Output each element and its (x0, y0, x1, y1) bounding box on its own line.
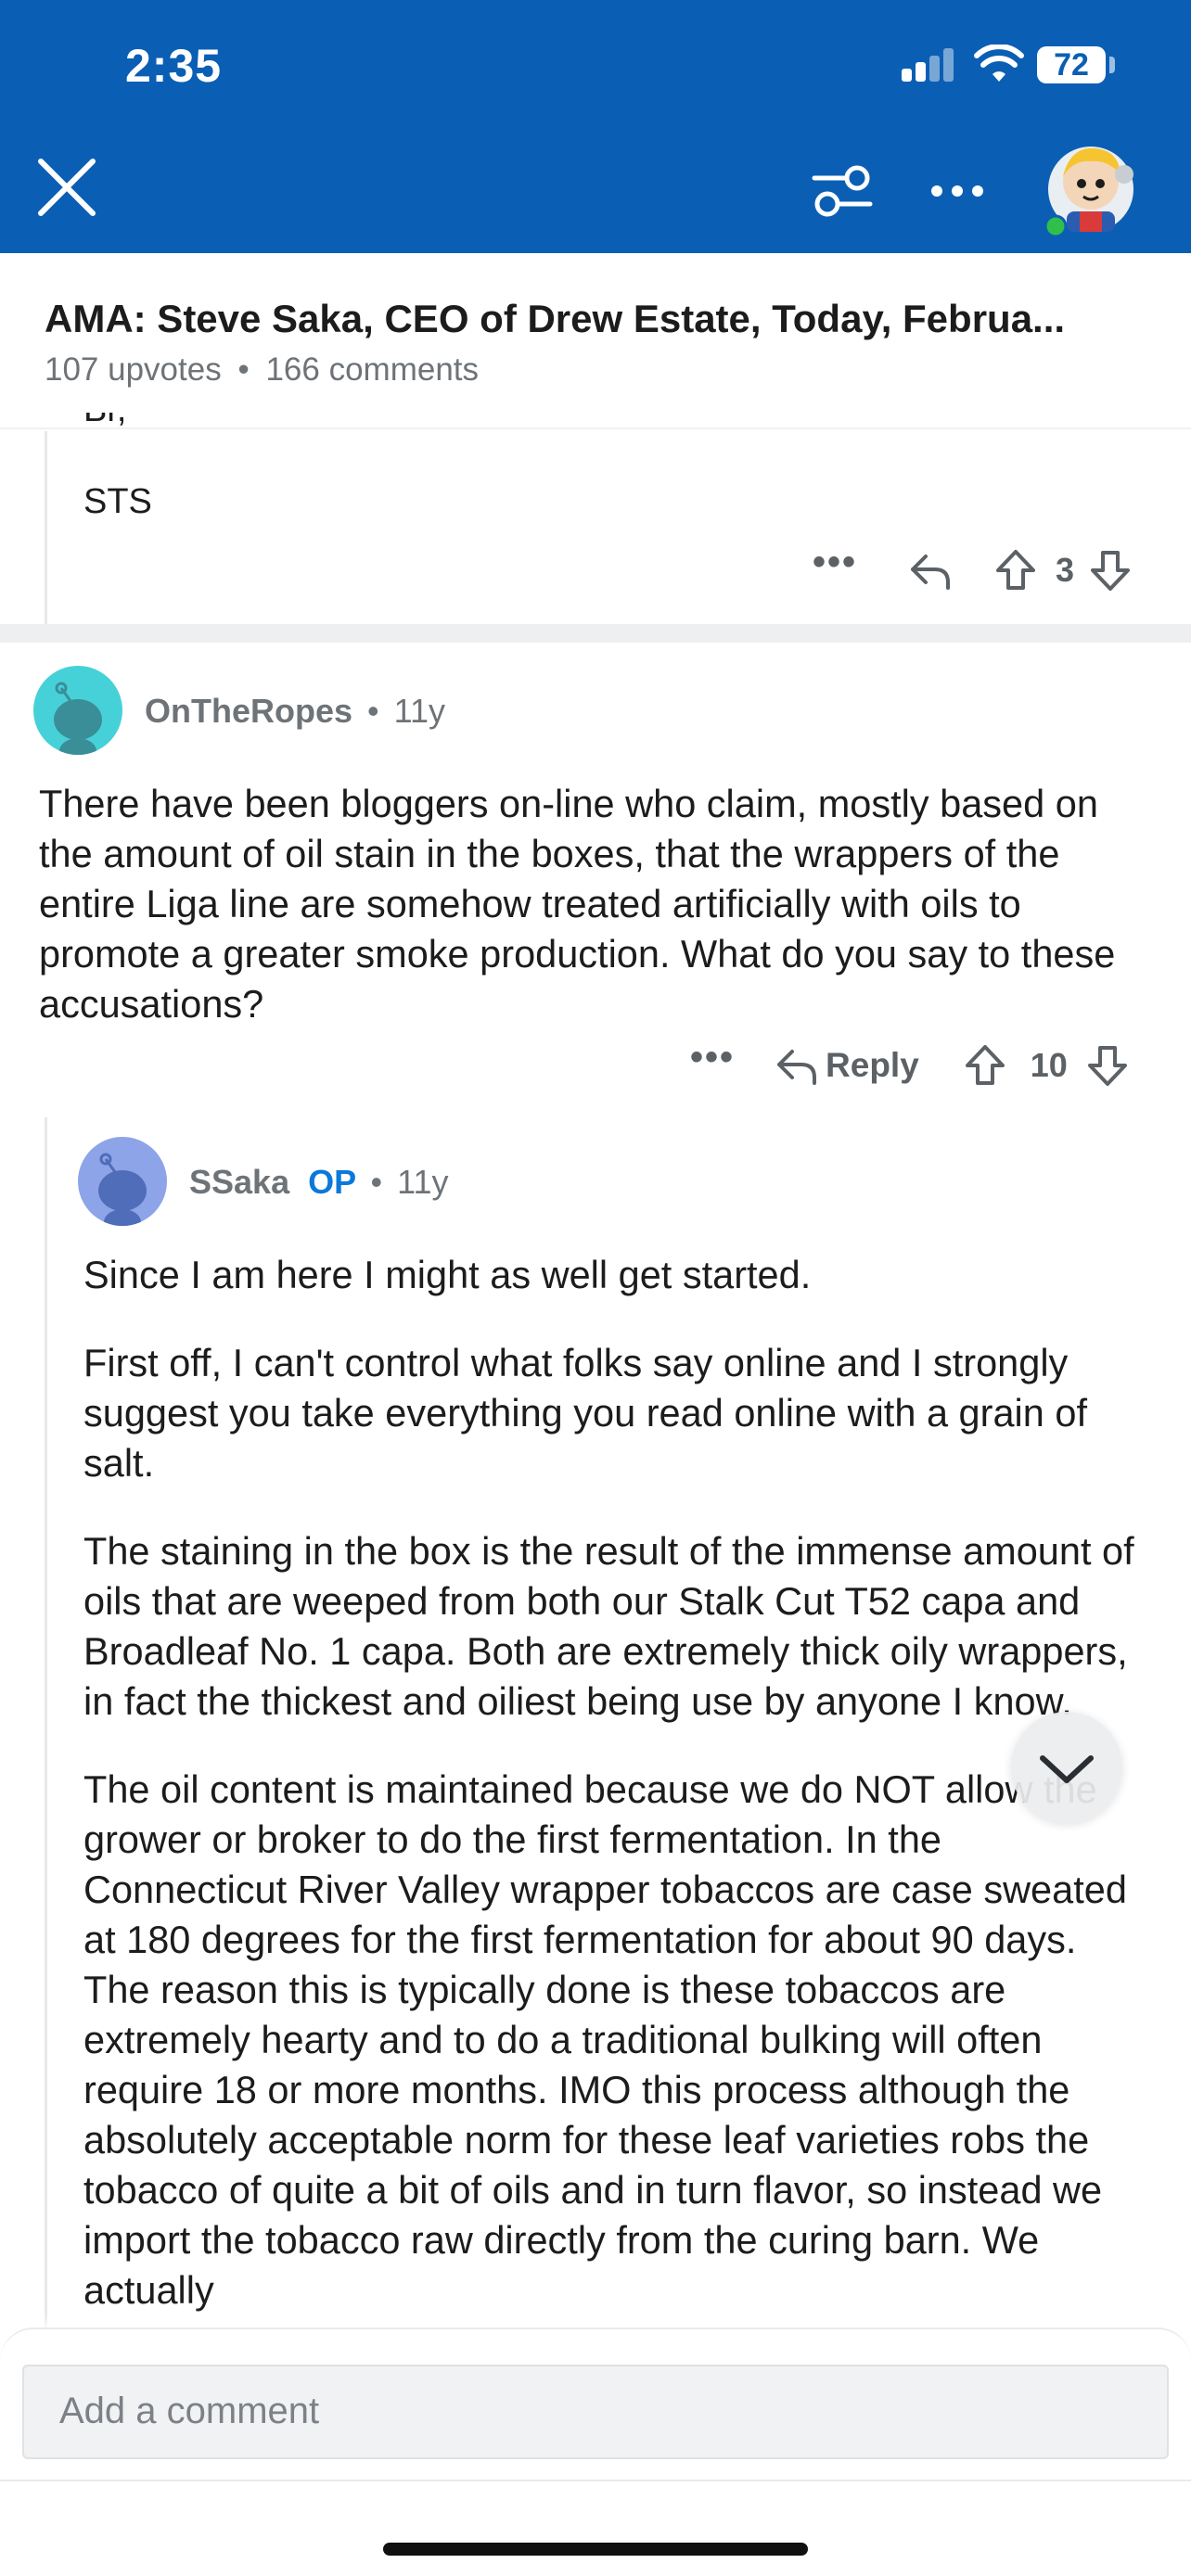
vote-count: 3 (1056, 551, 1075, 589)
comment-author[interactable]: OnTheRopes • 11y (145, 692, 445, 731)
comment-body: Since I am here I might as well get star… (83, 1250, 1150, 2327)
thread-line (45, 431, 47, 624)
divider (0, 2480, 1191, 2481)
comment-age: 11y (397, 1163, 449, 1201)
filter-sliders-icon[interactable] (809, 163, 876, 219)
battery-tip (1109, 57, 1115, 73)
comment-count: 166 comments (265, 351, 480, 388)
partial-comment-text: Br, (83, 413, 176, 433)
reply-icon[interactable] (907, 547, 954, 593)
add-comment-placeholder: Add a comment (59, 2391, 320, 2431)
comment-text: There have been bloggers on-line who cla… (39, 782, 1116, 1026)
scroll-down-button[interactable] (1011, 1712, 1122, 1823)
comment-paragraph: Since I am here I might as well get star… (83, 1253, 812, 1296)
comment-author[interactable]: SSaka OP • 11y (189, 1163, 449, 1202)
more-options-icon[interactable]: ••• (813, 542, 857, 583)
vote-count: 10 (1030, 1046, 1068, 1084)
post-meta: 107 upvotes • 166 comments (45, 351, 479, 389)
comment-signature: STS (83, 482, 152, 521)
username[interactable]: SSaka (189, 1163, 289, 1201)
comment-age: 11y (393, 692, 446, 730)
comment-composer-bar: Add a comment (0, 2327, 1191, 2576)
downvote-icon[interactable] (1087, 547, 1133, 593)
upvote-count: 107 upvotes (45, 351, 222, 388)
post-title[interactable]: AMA: Steve Saka, CEO of Drew Estate, Tod… (45, 297, 1158, 341)
snoo-avatar-icon[interactable] (33, 666, 122, 755)
upvote-icon[interactable] (992, 547, 1039, 593)
more-horizontal-icon[interactable] (924, 171, 991, 211)
cellular-signal-icon (902, 48, 955, 82)
section-divider (0, 624, 1191, 643)
top-app-bar: 2:35 72 (0, 0, 1191, 253)
more-options-icon[interactable]: ••• (690, 1037, 735, 1078)
meta-separator: • (367, 692, 379, 730)
comment-paragraph: The staining in the box is the result of… (83, 1529, 1134, 1723)
wifi-icon (974, 45, 1024, 82)
close-icon[interactable] (33, 154, 100, 221)
reply-icon[interactable] (774, 1042, 820, 1089)
comment-actions: ••• 3 (813, 542, 1133, 593)
chevron-down-icon (1040, 1755, 1094, 1783)
upvote-icon[interactable] (962, 1042, 1008, 1089)
comment-actions: ••• Reply 10 (690, 1037, 1131, 1089)
comment-paragraph: First off, I can't control what folks sa… (83, 1341, 1087, 1485)
downvote-icon[interactable] (1084, 1042, 1131, 1089)
reply-button[interactable]: Reply (826, 1046, 919, 1085)
op-badge: OP (308, 1163, 356, 1201)
user-avatar-icon[interactable] (1043, 132, 1139, 239)
username[interactable]: OnTheRopes (145, 692, 352, 730)
comment-paragraph: The oil content is maintained because we… (83, 1767, 1127, 2312)
home-indicator[interactable] (383, 2543, 808, 2556)
meta-separator: • (370, 1163, 383, 1201)
status-time: 2:35 (125, 40, 223, 92)
post-header[interactable]: AMA: Steve Saka, CEO of Drew Estate, Tod… (0, 253, 1191, 429)
snoo-avatar-icon[interactable] (78, 1137, 167, 1226)
comment-body: There have been bloggers on-line who cla… (39, 779, 1143, 1029)
add-comment-input[interactable]: Add a comment (22, 2365, 1169, 2459)
thread-line (45, 1117, 47, 2332)
battery-indicator: 72 (1037, 46, 1106, 83)
meta-separator: • (237, 351, 250, 388)
